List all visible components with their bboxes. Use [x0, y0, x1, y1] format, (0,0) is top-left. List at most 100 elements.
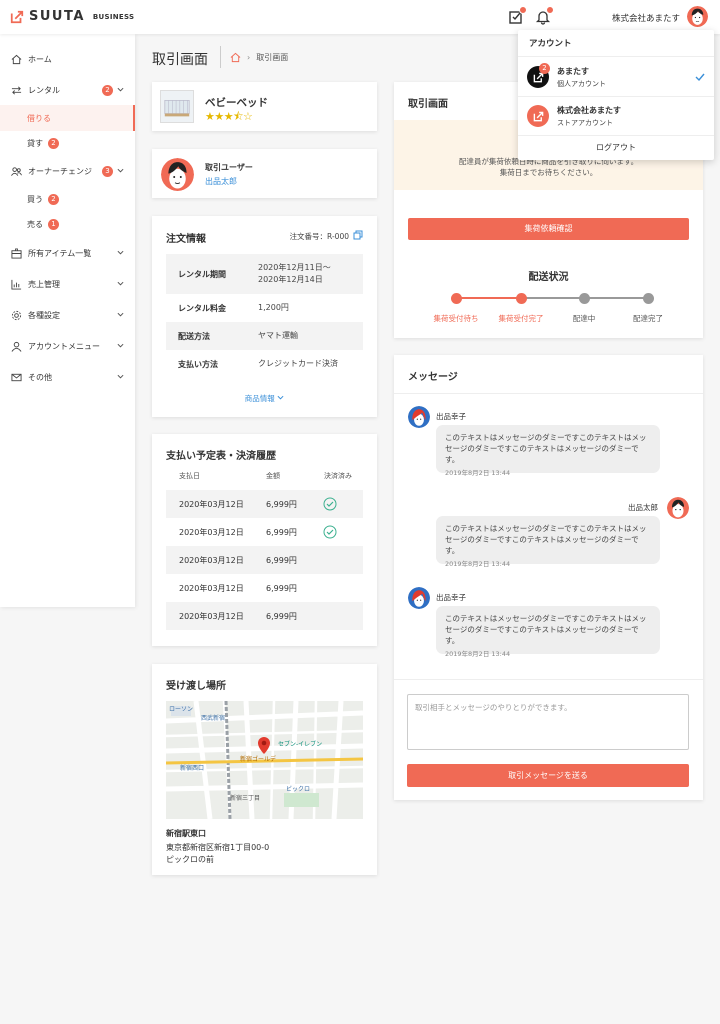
payment-date: 2020年03月12日: [179, 612, 244, 621]
message-sender-name: 出品幸子: [436, 593, 466, 602]
home-icon[interactable]: [230, 52, 241, 63]
breadcrumb-divider: [220, 46, 221, 68]
order-info-title: 注文情報: [166, 234, 206, 245]
payment-amount: 6,999円: [266, 612, 297, 621]
messages-title: メッセージ: [408, 372, 458, 383]
sidebar-label-buy: 買う: [27, 194, 43, 204]
message-text: このテキストはメッセージのダミーですこのテキストはメッセージのダミーですこのテキ…: [445, 433, 647, 464]
order-row-key: 支払い方法: [178, 359, 218, 369]
payment-col-paid: 決済済み: [324, 472, 352, 480]
order-row-value-2: 2020年12月14日: [258, 275, 323, 284]
sell-badge: 1: [48, 218, 59, 230]
sidebar-label-other: その他: [28, 372, 52, 382]
payment-amount: 6,999円: [266, 584, 297, 593]
table-row: 2020年03月12日 6,999円: [166, 546, 363, 574]
payment-date: 2020年03月12日: [179, 556, 244, 565]
order-row-value: 2020年12月11日〜: [258, 263, 331, 272]
sidebar-item-lend[interactable]: 貸す 2: [0, 130, 135, 156]
location-name: 新宿駅東口: [166, 829, 206, 838]
message-bubble: このテキストはメッセージのダミーですこのテキストはメッセージのダミーですこのテキ…: [436, 606, 660, 658]
progress-line: [521, 297, 584, 299]
message-sender-name: 出品太郎: [628, 503, 658, 512]
logout-button[interactable]: ログアウト: [518, 138, 714, 158]
notice-line-2: 集荷日までお待ちください。: [499, 168, 598, 177]
mail-icon: [11, 372, 22, 383]
order-row: 配送方法 ヤマト運輸: [166, 322, 363, 350]
order-row-value: ヤマト運輸: [258, 331, 298, 340]
bell-dot: [546, 6, 554, 14]
trade-user-card[interactable]: 取引ユーザー 出品太郎: [152, 149, 377, 198]
message-input[interactable]: 取引相手とメッセージのやりとりができます。: [407, 694, 689, 750]
sidebar-item-borrow[interactable]: 借りる: [0, 105, 135, 131]
message-bubble: このテキストはメッセージのダミーですこのテキストはメッセージのダミーですこのテキ…: [436, 425, 660, 477]
sidebar-item-rental[interactable]: レンタル 2: [0, 77, 135, 103]
map-label: ローソン: [169, 706, 194, 713]
bell-icon[interactable]: [535, 6, 554, 25]
account-dropdown: アカウント 2 あまたす 個人アカウント 株式会社あまたす ストアアカウント ロ…: [518, 30, 714, 160]
paid-check-icon: [323, 525, 337, 541]
product-card[interactable]: ベビーベッド ★★★⯪☆: [152, 82, 377, 131]
logo[interactable]: SUUTA BUSINESS: [10, 9, 134, 24]
product-info-label: 商品情報: [244, 394, 275, 403]
order-row-key: レンタル料金: [178, 303, 226, 313]
company-name[interactable]: 株式会社あまたす: [612, 12, 680, 24]
sidebar-item-settings[interactable]: 各種設定: [0, 302, 135, 328]
order-row-value: クレジットカード決済: [258, 359, 338, 368]
location-map[interactable]: ローソン 西武新宿 セブン-イレブン 新宿ゴールデ 新宿西口 ビックロ 新宿三丁…: [166, 701, 363, 819]
personal-account-icon: 2: [527, 63, 550, 88]
todo-icon[interactable]: [508, 6, 527, 25]
trade-user-name[interactable]: 出品太郎: [205, 176, 237, 187]
divider: [394, 679, 703, 680]
sidebar-item-other[interactable]: その他: [0, 364, 135, 390]
payment-col-amount: 金額: [266, 472, 280, 480]
account-option-store[interactable]: 株式会社あまたす ストアアカウント: [518, 98, 714, 134]
sidebar-item-account-menu[interactable]: アカウントメニュー: [0, 333, 135, 359]
location-address: 東京都新宿区新宿1丁目00-0: [166, 843, 270, 852]
payment-amount: 6,999円: [266, 528, 297, 537]
users-icon: [11, 166, 22, 177]
map-label: 新宿ゴールデ: [240, 756, 277, 763]
breadcrumb-current: 取引画面: [256, 53, 289, 62]
send-message-button[interactable]: 取引メッセージを送る: [407, 764, 689, 787]
sidebar-item-sell[interactable]: 売る 1: [0, 211, 135, 237]
chevron-down-icon: [117, 168, 124, 173]
table-row: 2020年03月12日 6,999円: [166, 518, 363, 546]
sidebar-item-owner-change[interactable]: オーナーチェンジ 3: [0, 158, 135, 184]
payment-title: 支払い予定表・決済履歴: [166, 451, 276, 462]
sidebar-item-home[interactable]: ホーム: [0, 46, 135, 72]
progress-step-dot: [578, 292, 590, 304]
chevron-down-icon: [117, 312, 124, 317]
breadcrumb-separator: ›: [247, 53, 251, 62]
message-time: 2019年8月2日 13:44: [445, 650, 511, 658]
chevron-down-icon: [117, 343, 124, 348]
sidebar-label-lend: 貸す: [27, 138, 43, 148]
sidebar-item-buy[interactable]: 買う 2: [0, 186, 135, 212]
sender-avatar: [667, 497, 689, 519]
store-account-icon: [527, 105, 549, 127]
location-title: 受け渡し場所: [166, 681, 226, 692]
sidebar-item-items[interactable]: 所有アイテム一覧: [0, 240, 135, 266]
order-row-key: レンタル期間: [178, 269, 226, 279]
order-row-value: 1,200円: [258, 303, 289, 312]
account-dropdown-title: アカウント: [529, 39, 572, 49]
sidebar-item-sales[interactable]: 売上管理: [0, 271, 135, 297]
pickup-confirm-button[interactable]: 集荷依頼確認: [408, 218, 689, 240]
product-rating-stars: ★★★⯪☆: [205, 110, 253, 123]
copy-icon[interactable]: [353, 230, 363, 240]
progress-step-label: 集荷受付待ち: [433, 314, 479, 323]
order-row: 支払い方法 クレジットカード決済: [166, 350, 363, 378]
account-option-personal[interactable]: 2 あまたす 個人アカウント: [518, 59, 714, 95]
message-sender-name: 出品幸子: [436, 412, 466, 421]
transaction-title: 取引画面: [408, 99, 448, 110]
gear-icon: [11, 310, 22, 321]
product-info-toggle[interactable]: 商品情報: [152, 393, 377, 404]
lend-badge: 2: [48, 137, 59, 149]
chart-icon: [11, 279, 22, 290]
account-type: 個人アカウント: [557, 79, 606, 88]
progress-step-dot: [515, 292, 527, 304]
user-avatar[interactable]: [687, 6, 708, 27]
payment-card: 支払い予定表・決済履歴 支払日 金額 決済済み 2020年03月12日 6,999…: [152, 434, 377, 646]
chevron-down-icon: [117, 250, 124, 255]
checkmark-icon: [695, 73, 705, 82]
order-info-table: レンタル期間 2020年12月11日〜 2020年12月14日 レンタル料金 1,…: [166, 254, 363, 378]
